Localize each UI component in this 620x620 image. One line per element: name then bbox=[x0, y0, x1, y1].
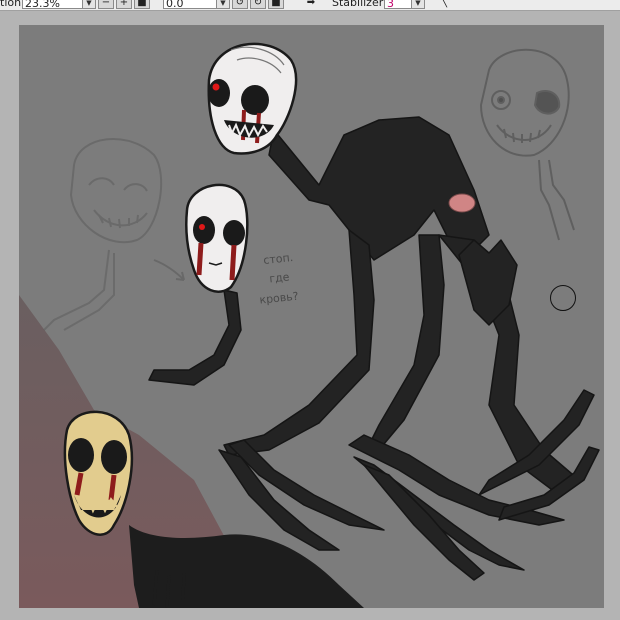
rotate-right-icon[interactable]: ↻ bbox=[250, 0, 266, 9]
brush-icon[interactable]: ╲ bbox=[436, 0, 452, 9]
plus-icon[interactable]: + bbox=[116, 0, 132, 9]
reset-icon[interactable]: ■ bbox=[268, 0, 284, 9]
zoom-input[interactable]: 23.3% bbox=[22, 0, 84, 10]
minus-icon[interactable]: − bbox=[98, 0, 114, 9]
zoom-dropdown-chevron-icon[interactable]: ▼ bbox=[82, 0, 96, 9]
angle-dropdown-chevron-icon[interactable]: ▼ bbox=[216, 0, 230, 9]
fit-icon[interactable]: ■ bbox=[134, 0, 150, 9]
toolbar: tion 23.3% ▼ − + ■ 0.0 ▼ ↺ ↻ ■ ➡ Stabili… bbox=[0, 0, 620, 11]
tail-nub bbox=[448, 193, 476, 213]
stabilizer-label: Stabilizer bbox=[332, 0, 384, 9]
rotate-left-icon[interactable]: ↺ bbox=[232, 0, 248, 9]
brush-cursor-icon bbox=[550, 285, 576, 311]
skull-small bbox=[185, 183, 249, 293]
zoom-label: tion bbox=[0, 0, 22, 9]
stabilizer-dropdown-chevron-icon[interactable]: ▼ bbox=[411, 0, 425, 9]
stabilizer-input[interactable]: 3 bbox=[384, 0, 414, 10]
drawing-canvas[interactable]: стоп. где кровь? bbox=[19, 25, 604, 608]
arrow-icon[interactable]: ➡ bbox=[303, 0, 319, 9]
note-line-2: где bbox=[269, 270, 291, 285]
angle-input[interactable]: 0.0 bbox=[163, 0, 219, 10]
